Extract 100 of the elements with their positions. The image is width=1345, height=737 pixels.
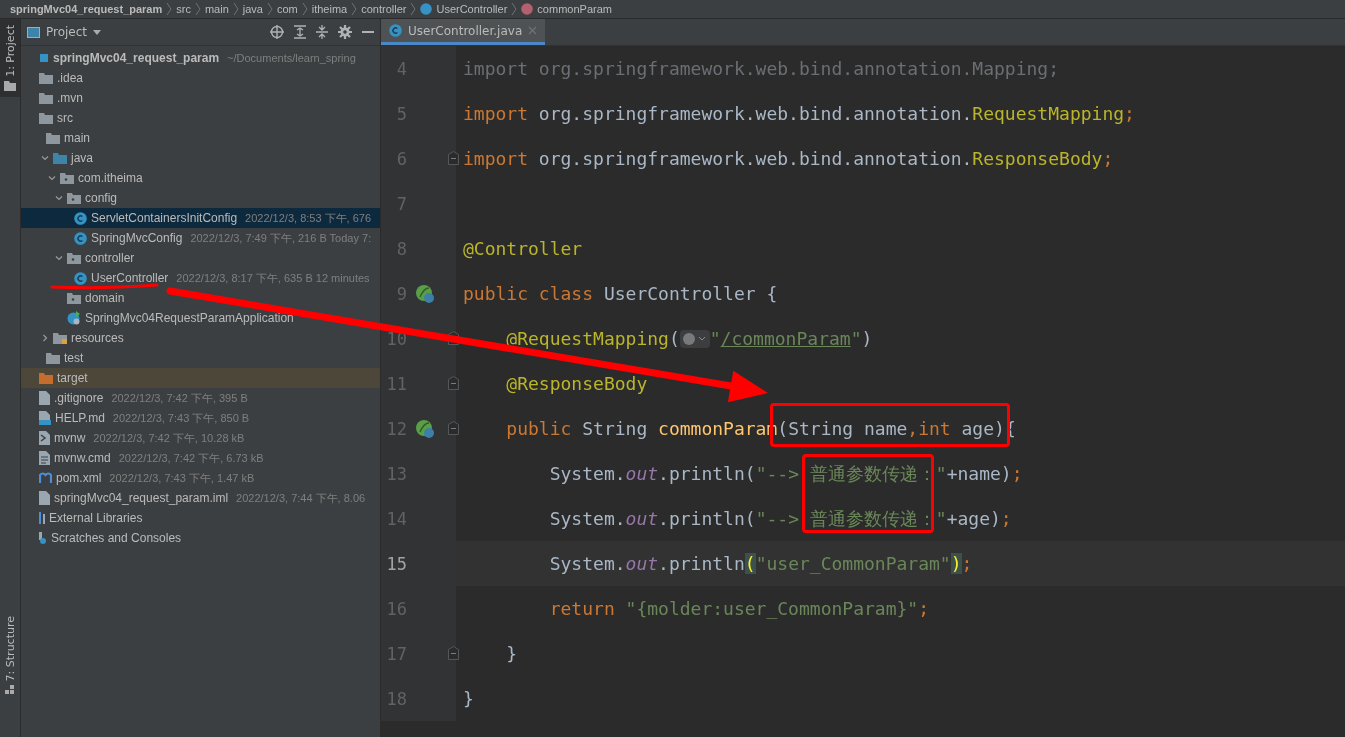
folder-icon — [39, 112, 53, 124]
tree-item[interactable]: target — [21, 368, 380, 388]
code-line: @ResponseBody — [505, 373, 648, 394]
folder-icon — [67, 292, 81, 304]
locate-icon[interactable] — [270, 25, 284, 39]
tree-item[interactable]: java — [21, 148, 380, 168]
tree-item[interactable]: com.itheima — [21, 168, 380, 188]
tree-item[interactable]: Scratches and Consoles — [21, 528, 380, 548]
tree-item[interactable]: config — [21, 188, 380, 208]
markdown-file-icon — [39, 411, 51, 425]
scratches-icon — [39, 532, 47, 544]
file-info: 2022/12/3, 7:42 下午, 6.73 kB — [118, 450, 264, 466]
class-icon — [74, 271, 87, 285]
tree-item[interactable]: springMvc04_request_param.iml 2022/12/3, 7:44 下午, 8.06 — [21, 488, 380, 508]
code-line: @Controller — [462, 238, 583, 259]
file-icon — [39, 391, 50, 405]
project-view-dropdown[interactable]: Project — [27, 25, 102, 39]
class-icon — [389, 24, 402, 37]
separator-icon — [266, 2, 273, 16]
tree-item[interactable]: .gitignore 2022/12/3, 7:42 下午, 395 B — [21, 388, 380, 408]
bean-icon[interactable] — [415, 283, 435, 304]
file-info: 2022/12/3, 8:17 下午, 635 B 12 minutes — [176, 270, 370, 286]
tree-item[interactable]: pom.xml 2022/12/3, 7:43 下午, 1.47 kB — [21, 468, 380, 488]
tree-item[interactable]: .idea — [21, 68, 380, 88]
code-line: public class UserController { — [462, 283, 778, 304]
breadcrumb[interactable]: src — [176, 3, 191, 15]
class-icon — [74, 231, 87, 245]
folder-icon — [39, 92, 53, 104]
tree-item[interactable]: resources — [21, 328, 380, 348]
folder-icon — [46, 352, 60, 364]
caret-icon — [93, 29, 102, 35]
tree-item[interactable]: SpringMvcConfig 2022/12/3, 7:49 下午, 216 B Today 7: — [21, 228, 380, 248]
separator-icon — [166, 2, 173, 16]
tree-item[interactable]: HELP.md 2022/12/3, 7:43 下午, 850 B — [21, 408, 380, 428]
structure-icon — [5, 685, 15, 695]
tree-item[interactable]: src — [21, 108, 380, 128]
editor-tab[interactable]: UserController.java — [381, 19, 546, 45]
code-line: System.out.println("user_CommonParam"); — [548, 553, 973, 574]
chevron-icon[interactable] — [55, 194, 63, 202]
expand-all-icon[interactable] — [294, 25, 306, 39]
breadcrumb[interactable]: UserController — [420, 3, 508, 15]
spring-class-icon — [67, 311, 81, 325]
file-icon — [39, 431, 50, 445]
folder-icon — [46, 132, 60, 144]
breadcrumb[interactable]: controller — [361, 3, 407, 15]
fold-icon[interactable] — [448, 376, 459, 390]
method-icon — [521, 3, 534, 15]
tree-item[interactable]: External Libraries — [21, 508, 380, 528]
globe-icon[interactable] — [679, 328, 710, 349]
chevron-icon[interactable] — [41, 334, 49, 342]
bean-icon[interactable] — [415, 418, 435, 439]
module-icon — [39, 53, 49, 63]
tree-item[interactable]: domain — [21, 288, 380, 308]
tree-item[interactable]: main — [21, 128, 380, 148]
breadcrumb[interactable]: itheima — [311, 3, 348, 15]
tree-item[interactable]: .mvn — [21, 88, 380, 108]
code-line: return "{molder:user_CommonParam}"; — [548, 598, 929, 619]
tree-item[interactable]: UserController 2022/12/3, 8:17 下午, 635 B 12 minutes — [21, 268, 380, 288]
tree-item[interactable]: SpringMvc04RequestParamApplication — [21, 308, 380, 328]
tree-item[interactable]: ServletContainersInitConfig 2022/12/3, 8:53 下午, 676 — [21, 208, 380, 228]
separator-icon — [410, 2, 417, 16]
folder-icon — [53, 332, 67, 344]
tree-item[interactable]: mvnw 2022/12/3, 7:42 下午, 10.28 kB — [21, 428, 380, 448]
project-tool-button[interactable]: 1: Project — [0, 19, 20, 97]
code-line: import org.springframework.web.bind.annotation.ResponseBody; — [462, 148, 1114, 169]
collapse-all-icon[interactable] — [316, 25, 328, 39]
tree-item[interactable]: springMvc04_request_param ~/Documents/learn_spring — [21, 48, 380, 68]
settings-icon[interactable] — [338, 25, 352, 39]
line-number: 15 — [385, 553, 407, 574]
breadcrumb[interactable]: springMvc04_request_param — [10, 3, 163, 15]
breadcrumb[interactable]: com — [276, 3, 298, 15]
code-line: System.out.println("--> 普通参数传递："+age); — [548, 506, 1012, 531]
folder-icon — [67, 192, 81, 204]
code-line: @RequestMapping( "/commonParam") — [505, 328, 873, 349]
file-info: 2022/12/3, 8:53 下午, 676 — [245, 210, 372, 226]
code-line: import org.springframework.web.bind.annotation.Mapping; — [462, 58, 1060, 79]
fold-icon[interactable] — [448, 151, 459, 165]
tree-item[interactable]: mvnw.cmd 2022/12/3, 7:42 下午, 6.73 kB — [21, 448, 380, 468]
separator-icon — [511, 2, 518, 16]
maven-icon — [39, 472, 52, 484]
tree-item[interactable]: test — [21, 348, 380, 368]
tree-item[interactable]: controller — [21, 248, 380, 268]
folder-icon — [39, 72, 53, 84]
structure-tool-button[interactable]: 7: Structure — [0, 609, 20, 701]
chevron-icon[interactable] — [55, 254, 63, 262]
code-line: System.out.println("--> 普通参数传递："+name); — [548, 461, 1023, 486]
separator-icon — [232, 2, 239, 16]
file-info: 2022/12/3, 7:49 下午, 216 B Today 7: — [190, 230, 372, 246]
separator-icon — [351, 2, 358, 16]
class-icon — [74, 211, 87, 225]
breadcrumb[interactable]: commonParam — [521, 3, 612, 15]
breadcrumb[interactable]: main — [204, 3, 229, 15]
file-info: 2022/12/3, 7:42 下午, 10.28 kB — [93, 430, 245, 446]
folder-icon — [4, 80, 16, 91]
fold-icon[interactable] — [448, 421, 459, 435]
fold-icon[interactable] — [448, 646, 459, 660]
chevron-icon[interactable] — [41, 154, 49, 162]
chevron-icon[interactable] — [48, 174, 56, 182]
code-line: } — [505, 643, 518, 664]
breadcrumb[interactable]: java — [242, 3, 263, 15]
